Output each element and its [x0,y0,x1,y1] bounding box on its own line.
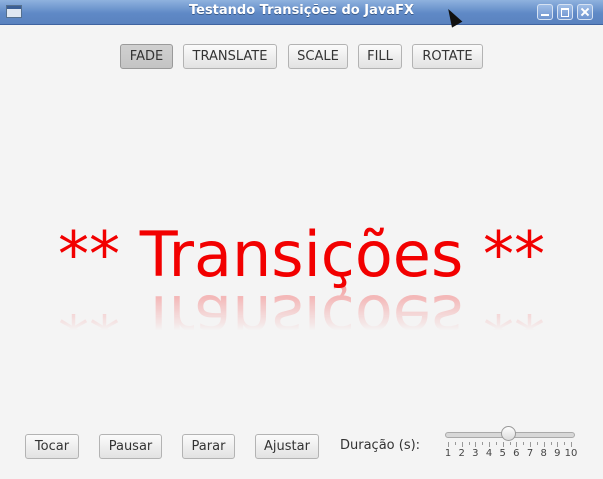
slider-tick [550,442,552,445]
slider-tick-labels: 1 2 3 4 5 6 7 8 9 10 [444,448,578,460]
slider-tick [509,442,511,445]
slider-tick [468,442,470,445]
duration-slider[interactable]: 1 2 3 4 5 6 7 8 9 10 [444,426,578,460]
play-button[interactable]: Tocar [25,434,79,459]
slider-tick [516,442,518,447]
slider-tick [461,442,463,447]
close-icon[interactable] [577,4,593,20]
slider-tick [571,442,572,447]
app-window: Testando Transições do JavaFX FADE TRANS… [0,0,603,479]
slider-thumb[interactable] [500,426,516,441]
slider-tick-label: 3 [472,448,479,459]
maximize-icon[interactable] [557,4,573,20]
rotate-button[interactable]: ROTATE [412,44,483,69]
minimize-icon[interactable] [537,4,553,20]
slider-tick [523,442,525,445]
translate-button[interactable]: TRANSLATE [183,44,277,69]
slider-tick [557,442,559,447]
slider-tick [564,442,566,445]
slider-tick [530,442,531,447]
slider-tick [543,442,545,447]
slider-tick-label: 1 [444,448,452,459]
scale-button[interactable]: SCALE [288,44,348,69]
window-title: Testando Transições do JavaFX [188,3,414,18]
stop-button[interactable]: Parar [182,434,235,459]
slider-tick-label: 8 [540,448,547,459]
slider-tick-label: 9 [554,448,561,459]
adjust-button[interactable]: Ajustar [255,434,319,459]
slider-tick-label: 10 [564,448,578,459]
slider-tick [502,442,504,447]
fade-button[interactable]: FADE [120,44,173,69]
transition-text-reflection: ** Transições ** [58,281,545,354]
slider-tick [489,442,490,447]
slider-tick [448,442,449,447]
slider-tick [454,442,456,445]
slider-tick-label: 5 [499,448,506,459]
duration-label: Duração (s): [340,438,421,453]
slider-tick-label: 7 [526,448,534,459]
pause-button[interactable]: Pausar [99,434,162,459]
fill-button[interactable]: FILL [358,44,402,69]
slider-tick [536,442,538,445]
title-bar[interactable]: Testando Transições do JavaFX [0,0,603,25]
transition-text: ** Transições ** [58,218,545,291]
slider-tick [495,442,497,445]
slider-tick-label: 2 [458,448,465,459]
slider-tick [482,442,484,445]
slider-ticks [445,442,575,447]
slider-tick-label: 6 [513,448,520,459]
slider-tick [475,442,477,447]
slider-tick-label: 4 [485,448,493,459]
